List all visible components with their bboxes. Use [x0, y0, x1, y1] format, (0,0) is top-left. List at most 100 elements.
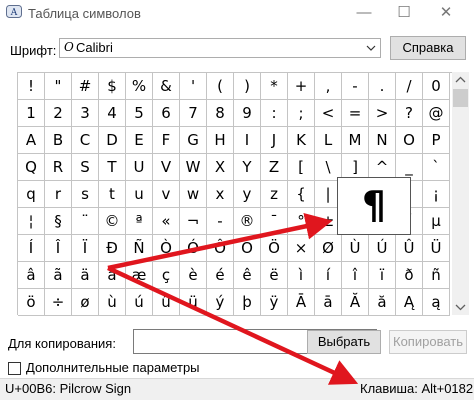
char-cell[interactable]: ö	[18, 289, 45, 316]
char-cell[interactable]: *	[261, 73, 288, 100]
char-cell[interactable]: E	[126, 127, 153, 154]
char-cell[interactable]: V	[153, 154, 180, 181]
char-cell[interactable]: û	[153, 289, 180, 316]
char-cell[interactable]: §	[45, 208, 72, 235]
char-cell[interactable]: ÷	[45, 289, 72, 316]
char-cell[interactable]: ,	[315, 73, 342, 100]
char-cell[interactable]: Ú	[369, 235, 396, 262]
char-cell[interactable]: ã	[45, 262, 72, 289]
char-cell[interactable]: ®	[234, 208, 261, 235]
char-cell[interactable]: µ	[423, 208, 450, 235]
char-cell[interactable]: u	[126, 181, 153, 208]
char-cell[interactable]: @	[423, 100, 450, 127]
char-cell[interactable]: ð	[396, 262, 423, 289]
close-button[interactable]: ✕	[428, 2, 464, 24]
char-cell[interactable]: Ò	[153, 235, 180, 262]
char-cell[interactable]: 8	[207, 100, 234, 127]
char-cell[interactable]: ÿ	[261, 289, 288, 316]
char-cell[interactable]: ©	[99, 208, 126, 235]
char-cell[interactable]: ;	[288, 100, 315, 127]
char-cell[interactable]: ¡	[423, 181, 450, 208]
char-cell[interactable]: Î	[45, 235, 72, 262]
char-cell[interactable]: x	[207, 181, 234, 208]
char-cell[interactable]: 1	[18, 100, 45, 127]
char-cell[interactable]: ä	[72, 262, 99, 289]
char-cell[interactable]: q	[18, 181, 45, 208]
char-cell[interactable]: ç	[153, 262, 180, 289]
char-cell[interactable]: ¨	[72, 208, 99, 235]
char-cell[interactable]: F	[153, 127, 180, 154]
char-cell[interactable]: ï	[369, 262, 396, 289]
char-cell[interactable]: ø	[72, 289, 99, 316]
char-cell[interactable]: Ą	[396, 289, 423, 316]
char-cell[interactable]: ¬	[180, 208, 207, 235]
char-cell[interactable]: æ	[126, 262, 153, 289]
char-cell[interactable]: ñ	[423, 262, 450, 289]
char-cell[interactable]: þ	[234, 289, 261, 316]
char-cell[interactable]: >	[369, 100, 396, 127]
char-cell[interactable]: 0	[423, 73, 450, 100]
char-cell[interactable]: ×	[288, 235, 315, 262]
char-cell[interactable]: Ă	[342, 289, 369, 316]
scrollbar-thumb[interactable]	[453, 89, 468, 107]
char-cell[interactable]: {	[288, 181, 315, 208]
char-cell[interactable]: Û	[396, 235, 423, 262]
chevron-up-icon[interactable]	[452, 72, 469, 89]
char-cell[interactable]: C	[72, 127, 99, 154]
char-cell[interactable]: s	[72, 181, 99, 208]
char-cell[interactable]: B	[45, 127, 72, 154]
grid-scrollbar[interactable]	[452, 72, 469, 315]
char-cell[interactable]: I	[234, 127, 261, 154]
char-cell[interactable]: M	[342, 127, 369, 154]
char-cell[interactable]: X	[207, 154, 234, 181]
char-cell[interactable]: 2	[45, 100, 72, 127]
char-cell[interactable]: y	[234, 181, 261, 208]
char-cell[interactable]: ý	[207, 289, 234, 316]
char-cell[interactable]: Ð	[99, 235, 126, 262]
char-cell[interactable]: A	[18, 127, 45, 154]
char-cell[interactable]: .	[369, 73, 396, 100]
char-cell[interactable]: Ù	[342, 235, 369, 262]
char-cell[interactable]: ì	[288, 262, 315, 289]
char-cell[interactable]: î	[342, 262, 369, 289]
char-cell[interactable]: 3	[72, 100, 99, 127]
char-cell[interactable]: P	[423, 127, 450, 154]
char-cell[interactable]: L	[315, 127, 342, 154]
char-cell[interactable]: r	[45, 181, 72, 208]
char-cell[interactable]: O	[396, 127, 423, 154]
char-cell[interactable]: ă	[369, 289, 396, 316]
char-cell[interactable]: -	[342, 73, 369, 100]
char-cell[interactable]: %	[126, 73, 153, 100]
maximize-button[interactable]: ☐	[386, 2, 422, 24]
char-cell[interactable]: Ö	[261, 235, 288, 262]
char-cell[interactable]: ù	[99, 289, 126, 316]
char-cell[interactable]: Í	[18, 235, 45, 262]
char-cell[interactable]: Z	[261, 154, 288, 181]
char-cell[interactable]: J	[261, 127, 288, 154]
char-cell[interactable]: T	[99, 154, 126, 181]
char-cell[interactable]: $	[99, 73, 126, 100]
char-cell[interactable]: :	[261, 100, 288, 127]
char-cell[interactable]: Ï	[72, 235, 99, 262]
char-cell[interactable]: ą	[423, 289, 450, 316]
char-cell[interactable]: 6	[153, 100, 180, 127]
char-cell[interactable]: 7	[180, 100, 207, 127]
char-cell[interactable]: N	[369, 127, 396, 154]
char-cell[interactable]: [	[288, 154, 315, 181]
char-cell[interactable]: Õ	[234, 235, 261, 262]
char-cell[interactable]: H	[207, 127, 234, 154]
char-cell[interactable]: Ô	[207, 235, 234, 262]
font-select[interactable]: O Calibri	[59, 38, 381, 58]
char-cell[interactable]: Ā	[288, 289, 315, 316]
char-cell[interactable]: «	[153, 208, 180, 235]
char-cell[interactable]: â	[18, 262, 45, 289]
char-cell[interactable]: t	[99, 181, 126, 208]
char-cell[interactable]: w	[180, 181, 207, 208]
char-cell[interactable]: Ü	[423, 235, 450, 262]
char-cell[interactable]: #	[72, 73, 99, 100]
char-cell[interactable]: 5	[126, 100, 153, 127]
char-cell[interactable]: v	[153, 181, 180, 208]
char-cell[interactable]: <	[315, 100, 342, 127]
char-cell[interactable]: z	[261, 181, 288, 208]
char-cell[interactable]: D	[99, 127, 126, 154]
